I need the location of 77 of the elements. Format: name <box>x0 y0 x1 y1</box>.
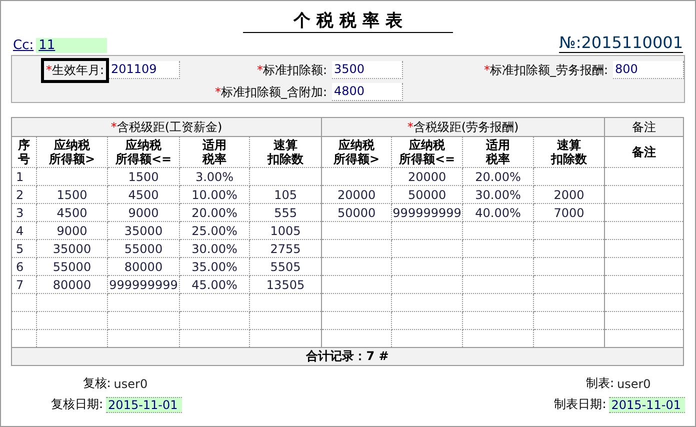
table-cell: 10.00% <box>192 188 238 202</box>
table-cell: 2000 <box>554 188 584 202</box>
table-cell: 4 <box>16 224 24 238</box>
page-title: 个 税 税 率 表 <box>243 11 453 33</box>
column-header: 应纳税 所得额> <box>322 136 392 168</box>
table-cell: 80000 <box>52 278 92 292</box>
column-header: 速算 扣除数 <box>250 136 322 168</box>
table-cell: 1 <box>16 170 24 184</box>
group-header: 备注 <box>604 118 684 136</box>
input-field[interactable]: 800 <box>613 61 684 79</box>
table-cell: 55000 <box>52 260 92 274</box>
table-cell: 20000 <box>408 170 446 184</box>
field-label: *标准扣除额_含附加: <box>214 84 328 101</box>
table-cell: 5 <box>16 242 24 256</box>
date-field[interactable]: 2015-11-01 <box>106 396 182 412</box>
footer-value: user0 <box>617 376 652 390</box>
input-field[interactable]: 201109 <box>109 61 180 79</box>
column-header: 速算 扣除数 <box>534 136 605 168</box>
table-cell: 1005 <box>270 224 301 238</box>
field-label: *生效年月: <box>40 58 109 82</box>
table-cell: 555 <box>274 206 297 220</box>
group-header: *含税级距(劳务报酬) <box>322 118 605 136</box>
column-header: 应纳税 所得额<= <box>392 136 463 168</box>
table-cell: 1500 <box>128 170 159 184</box>
footer-label: 制表日期: <box>554 396 606 413</box>
table-cell: 13505 <box>266 278 305 292</box>
column-header: 适用 税率 <box>462 136 534 168</box>
table-cell: 3.00% <box>195 170 234 184</box>
footer-label: 制表: <box>586 375 614 392</box>
table-cell: 2755 <box>270 242 301 256</box>
table-cell: 35000 <box>124 224 163 238</box>
table-cell: 20.00% <box>192 206 238 220</box>
column-header: 序 号 <box>12 136 36 168</box>
column-header: 适用 税率 <box>180 136 250 168</box>
table-cell: 50000 <box>408 188 446 202</box>
footer-label: 复核: <box>82 375 111 392</box>
field-label: *标准扣除额: <box>256 62 328 78</box>
date-field[interactable]: 2015-11-01 <box>609 396 685 412</box>
input-field[interactable]: 4800 <box>332 83 403 101</box>
table-cell: 2 <box>16 188 24 202</box>
table-cell: 40.00% <box>475 206 521 220</box>
table-cell: 30.00% <box>192 242 238 256</box>
table-cell: 25.00% <box>192 224 238 238</box>
column-header: 备注 <box>604 136 684 168</box>
column-header: 应纳税 所得额> <box>36 136 108 168</box>
record-total: 合计记录：7 # <box>306 349 389 363</box>
cc-field[interactable]: 11 <box>36 38 107 53</box>
table-cell: 35000 <box>52 242 92 256</box>
table-cell: 9000 <box>56 224 88 238</box>
table-cell: 1500 <box>56 188 88 202</box>
table-cell: 50000 <box>337 206 376 220</box>
column-header: 应纳税 所得额<= <box>108 136 180 168</box>
footer-value: user0 <box>114 376 149 390</box>
table-cell: 6 <box>16 260 24 274</box>
table-cell: 999999999 <box>109 278 178 292</box>
table-cell: 20.00% <box>475 170 521 184</box>
table-cell: 80000 <box>124 260 163 274</box>
input-field[interactable]: 3500 <box>332 61 403 79</box>
table-cell: 3 <box>16 206 24 220</box>
group-header: *含税级距(工资薪金) <box>12 118 322 136</box>
table-cell: 45.00% <box>192 278 238 292</box>
table-cell: 35.00% <box>192 260 238 274</box>
table-cell: 55000 <box>124 242 163 256</box>
table-cell: 30.00% <box>475 188 521 202</box>
table-cell: 4500 <box>56 206 88 220</box>
document-number: №:2015110001 <box>559 33 683 53</box>
table-cell: 9000 <box>128 206 159 220</box>
table-cell: 5505 <box>270 260 301 274</box>
table-cell: 7000 <box>554 206 584 220</box>
table-cell: 999999999 <box>392 206 462 220</box>
table-cell: 7 <box>16 278 24 292</box>
table-cell: 20000 <box>337 188 376 202</box>
field-label: *标准扣除额_劳务报酬: <box>482 62 609 79</box>
table-cell: 105 <box>274 188 297 202</box>
table-cell: 4500 <box>128 188 159 202</box>
cc-label: Cc: <box>13 38 34 53</box>
footer-label: 复核日期: <box>51 396 104 413</box>
